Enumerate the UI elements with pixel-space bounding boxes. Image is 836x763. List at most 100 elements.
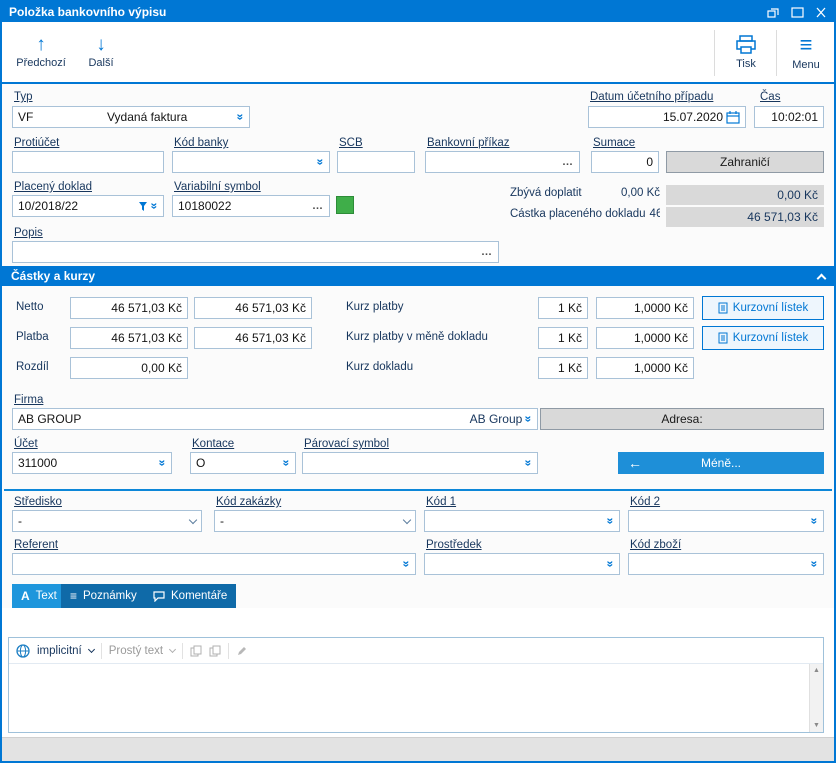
counter-account-field[interactable] [12, 151, 164, 173]
dropdown-icon[interactable]: » [809, 561, 821, 568]
address-button[interactable]: Adresa: [540, 408, 824, 430]
referent-field[interactable]: » [12, 553, 416, 575]
cost-center-field[interactable]: - [12, 510, 202, 532]
edit-pencil-icon[interactable] [236, 645, 248, 657]
ellipsis-button[interactable]: … [312, 201, 324, 212]
netto-field-1[interactable]: 46 571,03 Kč [70, 297, 188, 319]
less-label: Méně... [642, 456, 800, 470]
dropdown-icon[interactable]: » [157, 460, 169, 467]
type-label: Typ [14, 91, 33, 103]
document-rate-field-1[interactable]: 1 Kč [538, 357, 588, 379]
dropdown-icon[interactable]: » [315, 159, 327, 166]
payment-rate-value-1: 1 Kč [544, 301, 582, 315]
scroll-down-icon[interactable]: ▼ [813, 722, 820, 729]
remaining-amount-total: 0,00 Kč [666, 185, 824, 205]
resource-field[interactable]: » [424, 553, 620, 575]
dropdown-icon[interactable]: » [605, 561, 617, 568]
posting-label: Kontace [192, 438, 234, 450]
format-selector[interactable]: Prostý text [109, 645, 163, 657]
tab-notes[interactable]: ≡ Poznámky [61, 584, 146, 608]
dropdown-icon[interactable]: » [523, 460, 535, 467]
calendar-icon[interactable] [726, 111, 740, 124]
type-code: VF [18, 110, 104, 124]
pairing-symbol-field[interactable]: » [302, 452, 538, 474]
dropdown-icon[interactable]: » [605, 518, 617, 525]
netto-field-2[interactable]: 46 571,03 Kč [194, 297, 312, 319]
exchange-list-button-2[interactable]: Kurzovní lístek [702, 326, 824, 350]
type-field[interactable]: VF Vydaná faktura » [12, 106, 250, 128]
remaining-amount-value: 0,00 Kč [621, 187, 660, 199]
dropdown-icon[interactable]: » [281, 460, 293, 467]
time-field[interactable]: 10:02:01 [754, 106, 824, 128]
combo-arrow-icon[interactable] [403, 515, 411, 523]
doc-currency-rate-field-1[interactable]: 1 Kč [538, 327, 588, 349]
chevron-down-icon[interactable] [169, 646, 176, 653]
print-button[interactable]: Tisk [720, 26, 772, 78]
paid-document-field[interactable]: 10/2018/22 » [12, 195, 164, 217]
dropdown-icon[interactable]: » [401, 561, 413, 568]
editor-textarea[interactable] [9, 664, 809, 732]
document-rate-field-2[interactable]: 1,0000 Kč [596, 357, 694, 379]
dropdown-icon[interactable]: » [235, 114, 247, 121]
copy-icon[interactable] [190, 645, 202, 657]
next-button[interactable]: ↓ Další [76, 26, 126, 78]
dropdown-icon[interactable]: » [149, 203, 161, 210]
exchange-list-button-1[interactable]: Kurzovní lístek [702, 296, 824, 320]
editor-scrollbar[interactable]: ▲ ▼ [809, 664, 823, 732]
document-rate-value-2: 1,0000 Kč [602, 361, 688, 375]
account-field[interactable]: 311000 » [12, 452, 172, 474]
company-link[interactable]: AB Group [470, 412, 523, 426]
bank-code-field[interactable]: » [172, 151, 330, 173]
combo-arrow-icon[interactable] [189, 515, 197, 523]
payment-field-1[interactable]: 46 571,03 Kč [70, 327, 188, 349]
language-selector[interactable]: implicitní [37, 645, 82, 657]
posting-field[interactable]: O » [190, 452, 296, 474]
maximize-icon[interactable] [791, 7, 804, 18]
foreign-button[interactable]: Zahraničí [666, 151, 824, 173]
previous-button[interactable]: ↑ Předchozí [8, 26, 74, 78]
tab-text[interactable]: A Text [12, 584, 66, 608]
payment-field-2[interactable]: 46 571,03 Kč [194, 327, 312, 349]
less-button[interactable]: ← Méně... [618, 452, 824, 474]
bank-order-field[interactable]: … [425, 151, 580, 173]
scb-field[interactable] [337, 151, 415, 173]
company-value: AB GROUP [18, 412, 467, 426]
document-icon [718, 332, 728, 344]
menu-button[interactable]: ≡ Menu [780, 26, 832, 78]
code2-field[interactable]: » [628, 510, 824, 532]
chevron-down-icon[interactable] [88, 646, 95, 653]
exchange-list-label: Kurzovní lístek [733, 302, 808, 314]
payment-rate-field-2[interactable]: 1,0000 Kč [596, 297, 694, 319]
netto-value-1: 46 571,03 Kč [76, 301, 182, 315]
text-format-icon: A [21, 590, 30, 602]
payment-label: Platba [16, 331, 49, 343]
code2-label: Kód 2 [630, 496, 660, 508]
difference-field[interactable]: 0,00 Kč [70, 357, 188, 379]
code1-field[interactable]: » [424, 510, 620, 532]
scroll-up-icon[interactable]: ▲ [813, 667, 820, 674]
paid-document-label: Placený doklad [14, 181, 92, 193]
company-field[interactable]: AB GROUP AB Group » [12, 408, 538, 430]
difference-label: Rozdíl [16, 361, 49, 373]
payment-rate-field-1[interactable]: 1 Kč [538, 297, 588, 319]
paste-icon[interactable] [209, 645, 221, 657]
ellipsis-button[interactable]: … [562, 157, 574, 168]
account-label: Účet [14, 438, 38, 450]
variable-symbol-field[interactable]: 10180022 … [172, 195, 330, 217]
dropdown-icon[interactable]: » [523, 416, 535, 423]
order-code-field[interactable]: - [214, 510, 416, 532]
float-window-icon[interactable] [767, 7, 780, 18]
ellipsis-button[interactable]: … [481, 247, 493, 258]
status-strip [2, 737, 834, 761]
collapse-section-icon[interactable] [817, 273, 827, 283]
globe-icon [16, 644, 30, 658]
notes-lines-icon: ≡ [70, 590, 77, 602]
description-field[interactable]: … [12, 241, 499, 263]
dropdown-icon[interactable]: » [809, 518, 821, 525]
accounting-date-field[interactable]: 15.07.2020 [588, 106, 746, 128]
goods-code-field[interactable]: » [628, 553, 824, 575]
close-icon[interactable] [815, 7, 827, 18]
doc-currency-rate-field-2[interactable]: 1,0000 Kč [596, 327, 694, 349]
tab-comments[interactable]: Komentáře [144, 584, 236, 608]
summation-field[interactable]: 0 [591, 151, 659, 173]
